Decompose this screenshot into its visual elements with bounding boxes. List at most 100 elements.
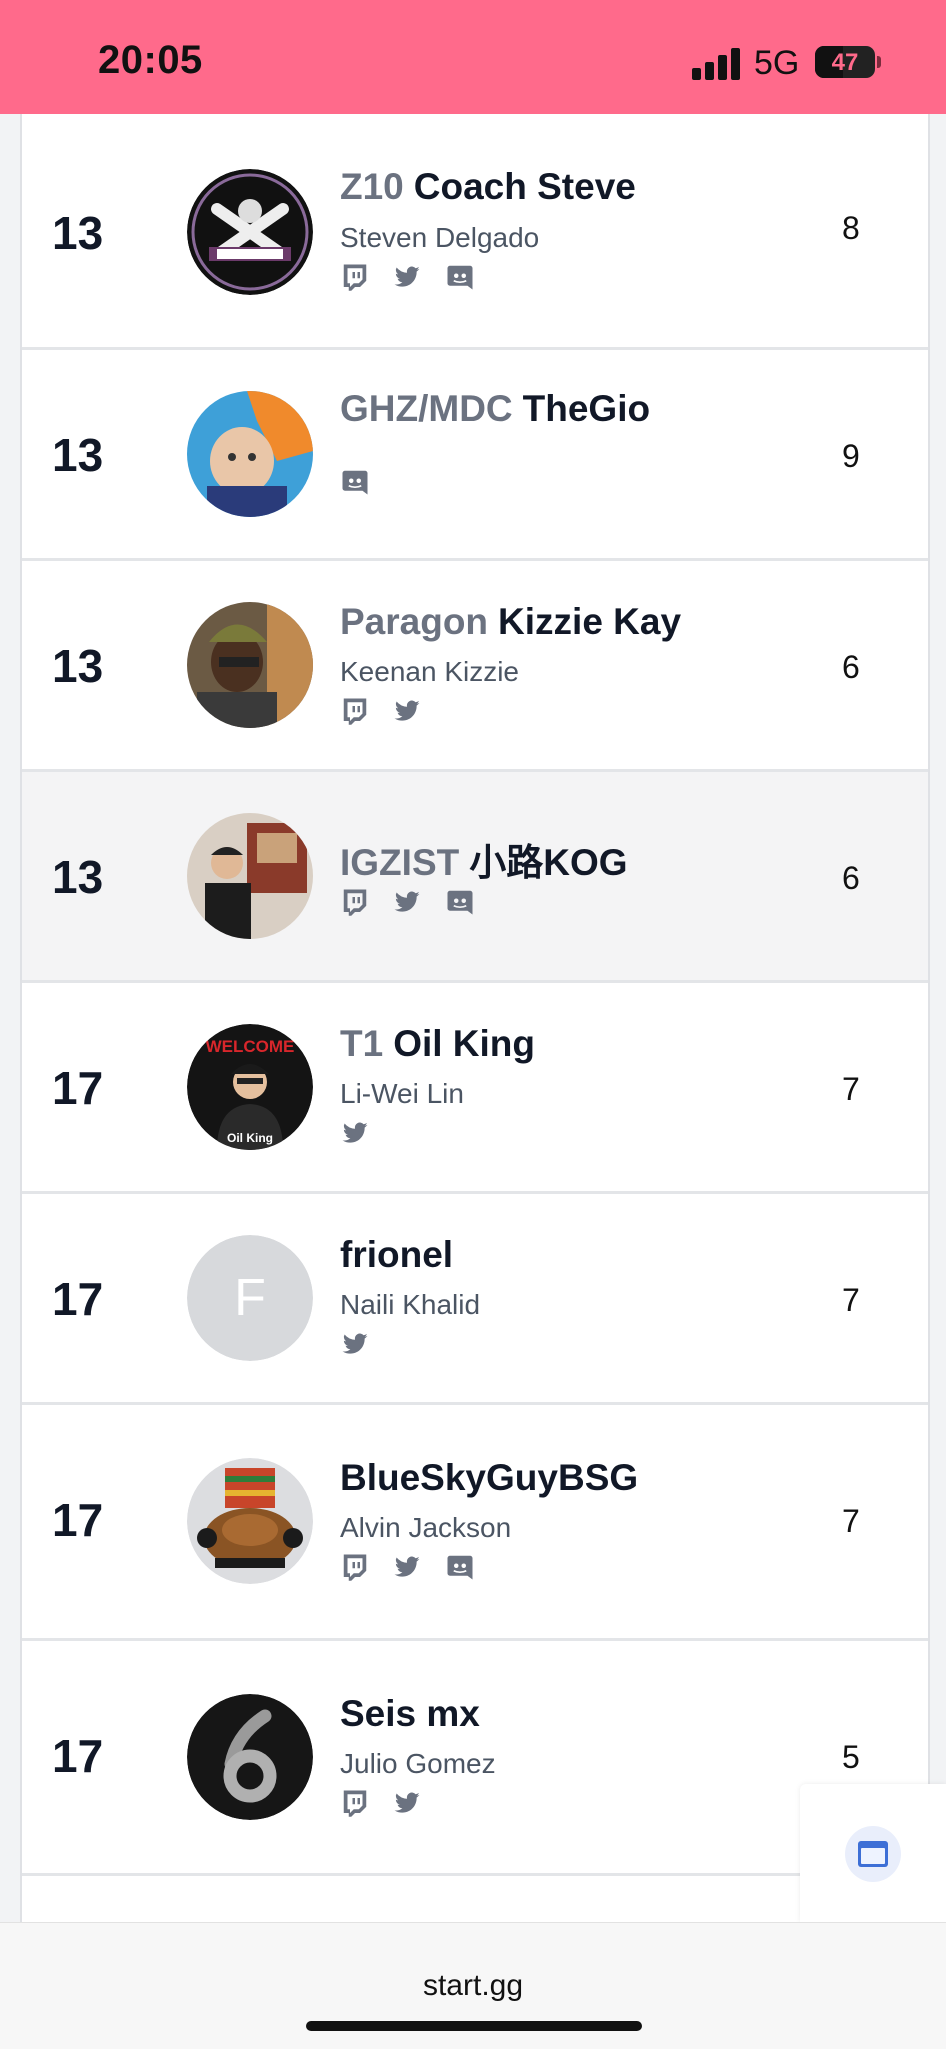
discord-icon[interactable] [340,467,370,497]
real-name: Julio Gomez [340,1748,496,1779]
social-links [340,262,493,292]
avatar[interactable] [187,1694,313,1820]
gamer-tag: Kizzie Kay [498,601,682,642]
rank: 17 [52,1494,104,1546]
url-bar[interactable]: start.gg [0,1922,946,2049]
avatar[interactable] [187,169,313,295]
rank: 17 [52,1273,104,1325]
url-text[interactable]: start.gg [0,1969,946,2003]
participant-name[interactable]: Z10 Coach Steve [340,166,636,208]
avatar-oil-king-text: Oil King [227,1131,273,1145]
score: 5 [842,1739,860,1775]
signal-icon [692,48,740,80]
avatar[interactable]: WELCOME Oil King [187,1024,313,1150]
discord-icon[interactable] [445,262,475,292]
social-links [340,887,493,917]
rank: 13 [52,851,104,903]
avatar[interactable] [187,1458,313,1584]
battery-icon: 47 [815,46,875,78]
sponsor-prefix: Paragon [340,601,489,642]
score: 8 [842,210,860,246]
participant-name[interactable]: GHZ/MDC TheGio [340,388,650,430]
avatar[interactable] [187,602,313,728]
status-bar: 20:05 5G 47 [0,0,946,114]
participant-name[interactable]: BlueSkyGuyBSG [340,1457,638,1499]
home-indicator[interactable] [306,2021,642,2031]
twitter-icon[interactable] [392,1552,422,1582]
twitch-icon[interactable] [340,1552,370,1582]
score: 6 [842,649,860,685]
rank: 13 [52,207,104,259]
score: 6 [842,860,860,896]
score: 9 [842,438,860,474]
rank: 17 [52,1062,104,1114]
gamer-tag: 小路KOG [469,842,628,883]
standings-row[interactable]: 17 WELCOME Oil King T1 Oil King Li-Wei Li… [22,983,928,1194]
standings-row[interactable]: 13 Paragon Kizzie Kay Keenan Kizzie 6 [22,561,928,772]
participant-name[interactable]: Paragon Kizzie Kay [340,601,681,643]
participant-name[interactable]: IGZIST 小路KOG [340,832,628,886]
real-name: Steven Delgado [340,222,540,253]
rank: 13 [52,429,104,481]
twitch-icon[interactable] [340,696,370,726]
score: 7 [842,1071,860,1107]
real-name: Naili Khalid [340,1289,481,1320]
participant-name[interactable]: frionel [340,1234,453,1276]
gamer-tag: Oil King [393,1023,536,1064]
standings-row[interactable] [22,1876,928,1922]
twitter-icon[interactable] [392,887,422,917]
standings-row[interactable]: 13 IGZIST 小路KOG 6 [22,772,928,983]
avatar-welcome-text: WELCOME [206,1037,295,1056]
social-links [340,1118,388,1148]
rank: 13 [52,640,104,692]
discord-icon[interactable] [445,1552,475,1582]
twitter-icon[interactable] [392,262,422,292]
participant-name[interactable]: T1 Oil King [340,1023,535,1065]
gamer-tag: TheGio [522,388,651,429]
twitter-icon[interactable] [392,696,422,726]
status-time: 20:05 [98,38,203,82]
standings-row[interactable]: 17 Seis mx Julio Gomez 5 [22,1641,928,1876]
browser-window-button[interactable] [845,1826,901,1882]
standings-row[interactable]: 17 F frionel Naili Khalid 7 [22,1194,928,1405]
social-links [340,1552,493,1582]
twitter-icon[interactable] [392,1788,422,1818]
battery-level: 47 [831,49,859,76]
gamer-tag: BlueSkyGuyBSG [340,1457,639,1498]
rank: 17 [52,1730,104,1782]
avatar[interactable] [187,813,313,939]
score: 7 [842,1282,860,1318]
participant-name[interactable]: Seis mx [340,1693,480,1735]
floating-panel [800,1784,946,1922]
avatar[interactable] [187,391,313,517]
network-type: 5G [754,44,800,82]
social-links [340,696,440,726]
gamer-tag: frionel [340,1234,454,1275]
real-name: Alvin Jackson [340,1512,512,1543]
discord-icon[interactable] [445,887,475,917]
score: 7 [842,1503,860,1539]
gamer-tag: Coach Steve [413,166,636,207]
real-name: Li-Wei Lin [340,1078,464,1109]
standings-row[interactable]: 17 BlueSkyGuyBSG Alvin Jackson 7 [22,1405,928,1641]
social-links [340,467,388,497]
standings-row[interactable]: 13 GHZ/MDC TheGio 9 [22,350,928,561]
sponsor-prefix: GHZ/MDC [340,388,513,429]
real-name: Keenan Kizzie [340,656,520,687]
avatar[interactable]: F [187,1235,313,1361]
social-links [340,1788,440,1818]
twitch-icon[interactable] [340,887,370,917]
twitch-icon[interactable] [340,1788,370,1818]
sponsor-prefix: Z10 [340,166,404,207]
browser-window-icon [858,1841,888,1867]
battery-nub [877,56,881,68]
twitter-icon[interactable] [340,1329,370,1359]
sponsor-prefix: T1 [340,1023,384,1064]
standings-list: 13 Z10 Coach Steve Steven Delgado 8 13 G… [20,114,930,1922]
avatar-letter: F [234,1269,266,1327]
gamer-tag: Seis mx [340,1693,480,1734]
twitter-icon[interactable] [340,1118,370,1148]
sponsor-prefix: IGZIST [340,842,460,883]
standings-row[interactable]: 13 Z10 Coach Steve Steven Delgado 8 [22,114,928,350]
twitch-icon[interactable] [340,262,370,292]
